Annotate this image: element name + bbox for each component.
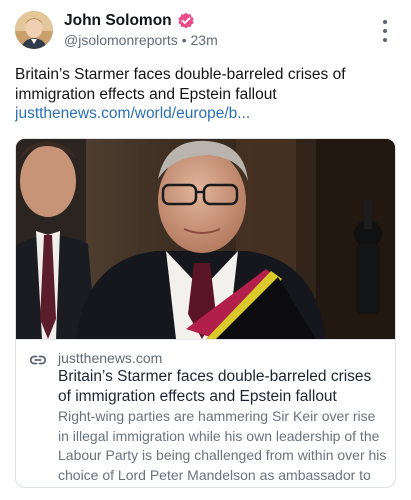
social-post: John Solomon @jsolomonreports • 23m Brit… xyxy=(0,0,411,500)
author-handle[interactable]: @jsolomonreports xyxy=(64,32,178,48)
verified-check-icon xyxy=(177,12,195,30)
meta-separator: • xyxy=(181,32,187,48)
link-preview-card[interactable]: justthenews.com Britain’s Starmer faces … xyxy=(15,138,396,488)
link-preview-title[interactable]: Britain’s Starmer faces double-barreled … xyxy=(58,367,388,406)
more-vertical-icon[interactable] xyxy=(377,20,393,42)
author-avatar[interactable] xyxy=(15,11,53,49)
author-name-row[interactable]: John Solomon xyxy=(64,12,195,30)
link-chain-icon xyxy=(29,353,47,365)
link-preview-domain: justthenews.com xyxy=(58,350,163,366)
link-preview-image xyxy=(16,139,395,339)
author-name[interactable]: John Solomon xyxy=(64,12,172,30)
post-timestamp[interactable]: 23m xyxy=(191,32,218,48)
link-preview-description: Right-wing parties are hammering Sir Kei… xyxy=(58,408,387,487)
link-preview-meta: justthenews.com Britain’s Starmer faces … xyxy=(16,339,395,487)
more-dot xyxy=(383,38,387,42)
author-handle-line: @jsolomonreports • 23m xyxy=(64,32,218,48)
post-link[interactable]: justthenews.com/world/europe/b... xyxy=(15,104,400,124)
more-dot xyxy=(383,20,387,24)
post-text: Britain’s Starmer faces double-barreled … xyxy=(15,66,346,103)
more-dot xyxy=(383,29,387,33)
